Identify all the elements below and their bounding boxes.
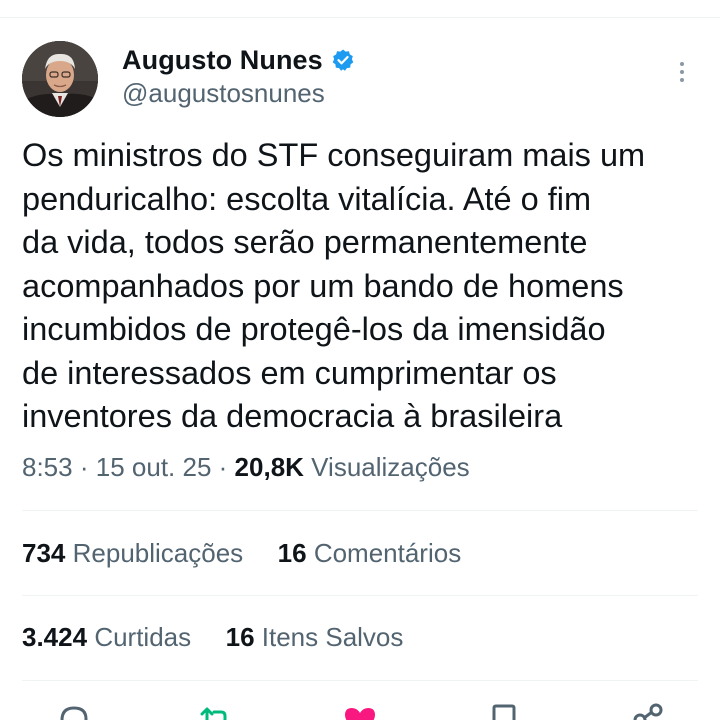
share-icon [633,703,663,720]
more-dot-icon [680,70,684,74]
tweet-text-line: Os ministros do STF conseguiram mais um [22,137,646,173]
comments-label: Comentários [313,538,462,568]
like-button[interactable] [340,700,380,720]
reply-button[interactable] [52,700,92,720]
likes-label: Curtidas [94,622,192,652]
tweet-text-line: penduricalho: escolta vitalícia. Até o f… [22,180,592,217]
divider [22,595,698,596]
tweet-text-line: inventores da democracia à brasileira [22,398,563,434]
reposts-count: 734 [22,538,66,568]
bookmark-button[interactable] [484,700,524,720]
like-icon [345,708,375,720]
share-button[interactable] [628,700,668,720]
tweet-detail-screen: Augusto Nunes @augustosnunes Os ministro… [0,0,720,720]
saves-label: Itens Salvos [261,622,404,652]
top-divider [0,17,720,18]
comments-count: 16 [277,538,307,568]
tweet-text-line: de interessados em cumprimentar os [22,354,557,391]
views-label: Visualizações [311,452,470,482]
author-name[interactable]: Augusto Nunes [122,45,323,76]
views-count: 20,8K [234,452,304,482]
stats-row-likes: 3.424 Curtidas 16 Itens Salvos [22,622,403,653]
repost-button[interactable] [196,700,236,720]
divider [22,680,698,681]
more-dot-icon [680,78,684,82]
repost-icon [200,707,227,720]
tweet-text-line: acompanhados por um bando de homens [22,267,624,304]
meta-separator: · [79,452,89,482]
author-name-row[interactable]: Augusto Nunes [122,42,355,78]
divider [22,510,698,511]
likes-count: 3.424 [22,622,88,652]
saves-stat[interactable]: 16 Itens Salvos [218,622,404,652]
more-dot-icon [680,62,684,66]
tweet-meta: 8:53 · 15 out. 25 · 20,8K Visualizações [22,452,470,483]
saves-count: 16 [225,622,255,652]
tweet-date[interactable]: 15 out. 25 [96,452,212,482]
tweet-time[interactable]: 8:53 [22,452,73,482]
reposts-label: Republicações [72,538,244,568]
comments-stat[interactable]: 16 Comentários [270,538,462,568]
stats-row-reposts: 734 Republicações 16 Comentários [22,538,461,569]
reposts-stat[interactable]: 734 Republicações [22,538,250,568]
author-handle[interactable]: @augustosnunes [122,78,325,109]
avatar[interactable] [22,41,98,117]
verified-badge-icon [331,48,355,72]
more-options-button[interactable] [668,56,696,88]
tweet-text-line: incumbidos de protegê-los da imensidão [22,311,606,347]
meta-separator: · [218,452,228,482]
action-bar [0,700,720,720]
likes-stat[interactable]: 3.424 Curtidas [22,622,198,652]
tweet-text-line: da vida, todos serão permanentemente [22,224,588,260]
tweet-text: Os ministros do STF conseguiram mais um … [22,134,702,439]
bookmark-icon [492,704,516,720]
reply-icon [60,706,88,720]
